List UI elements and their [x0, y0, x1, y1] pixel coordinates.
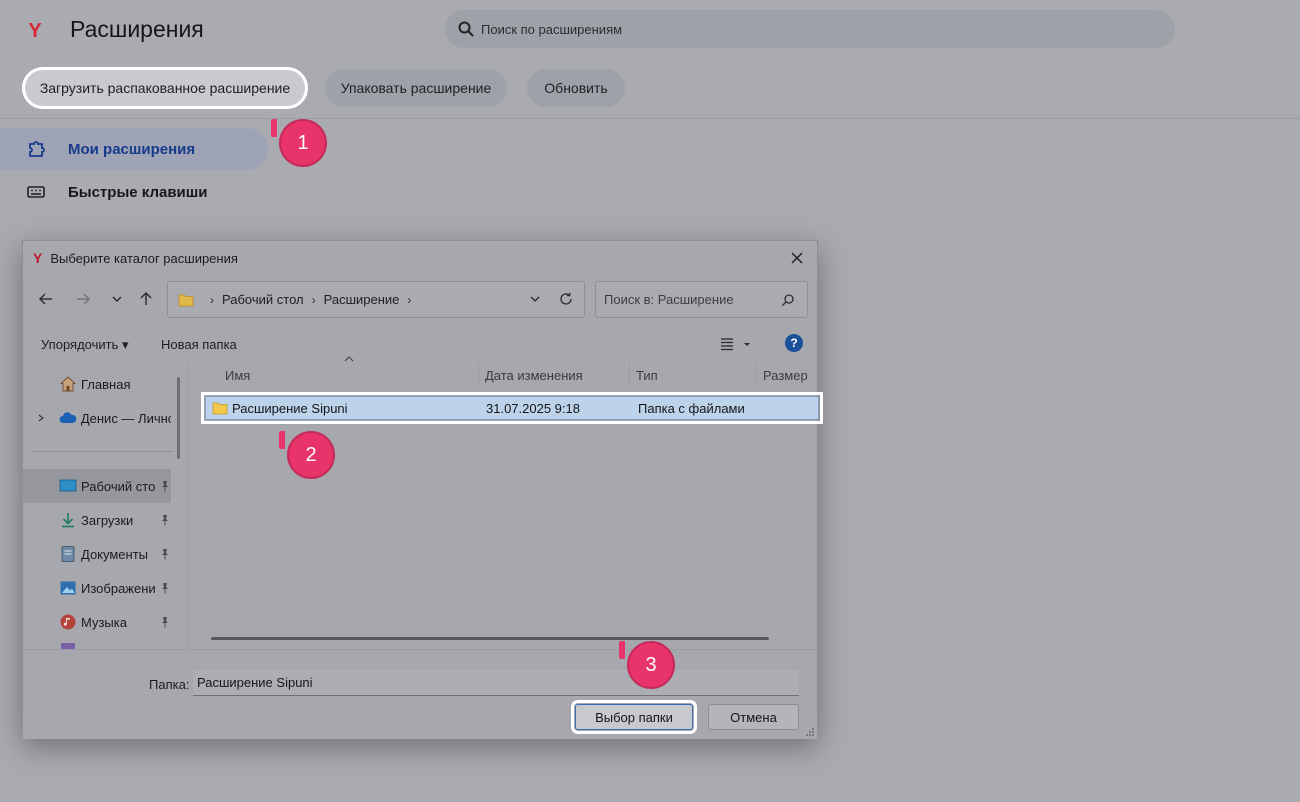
- pin-icon[interactable]: [159, 480, 171, 492]
- dialog-titlebar: Y Выберите каталог расширения: [23, 241, 817, 275]
- new-folder-button[interactable]: Новая папка: [161, 337, 237, 352]
- document-icon: [61, 546, 75, 562]
- dialog-title: Выберите каталог расширения: [50, 250, 238, 266]
- sidebar-item-my-extensions[interactable]: Мои расширения: [0, 128, 268, 170]
- breadcrumb-separator: ›: [311, 292, 316, 307]
- step-badge-1: 1: [271, 119, 327, 167]
- pin-icon[interactable]: [159, 582, 171, 594]
- search-icon: [458, 21, 474, 37]
- cancel-button[interactable]: Отмена: [708, 704, 799, 730]
- tree-item-label: Изображения: [81, 580, 155, 596]
- pin-icon[interactable]: [159, 548, 171, 560]
- file-type: Папка с файлами: [638, 401, 745, 416]
- tree-item-label: Рабочий стол: [81, 478, 155, 494]
- tree-item-downloads[interactable]: Загрузки: [23, 503, 171, 537]
- search-icon: [782, 294, 794, 306]
- file-date: 31.07.2025 9:18: [486, 401, 580, 416]
- dialog-footer: Папка: Расширение Sipuni Выбор папки Отм…: [23, 649, 817, 739]
- sidebar-item-label: Быстрые клавиши: [68, 183, 208, 201]
- tree-item-pictures[interactable]: Изображения: [23, 571, 171, 605]
- navigation-tree: Главная Денис — Личное Рабочий стол: [23, 363, 188, 651]
- dialog-toolbar: Упорядочить ▾ Новая папка ?: [23, 329, 817, 359]
- search-placeholder: Поиск в: Расширение: [604, 292, 734, 307]
- yandex-logo-icon[interactable]: Y: [24, 20, 46, 42]
- file-name: Расширение Sipuni: [232, 401, 348, 416]
- refresh-button[interactable]: Обновить: [527, 69, 625, 107]
- tree-scrollbar[interactable]: [177, 377, 180, 459]
- music-icon: [60, 614, 76, 630]
- column-header-date[interactable]: Дата изменения: [479, 363, 630, 387]
- folder-icon: [178, 294, 194, 306]
- breadcrumb-separator: ›: [407, 292, 412, 307]
- page-title: Расширения: [70, 16, 204, 42]
- horizontal-scrollbar[interactable]: [211, 637, 769, 640]
- up-arrow-icon[interactable]: [136, 289, 156, 309]
- yandex-logo-icon: Y: [33, 250, 43, 266]
- breadcrumb-separator: ›: [210, 292, 214, 307]
- step-badge-3: 3: [619, 641, 675, 689]
- step-badge-2: 2: [279, 431, 335, 479]
- column-header-size[interactable]: Размер: [757, 363, 819, 387]
- image-icon: [60, 581, 76, 595]
- chevron-down-icon[interactable]: [528, 292, 542, 306]
- organize-menu[interactable]: Упорядочить ▾: [41, 337, 129, 353]
- download-icon: [62, 513, 74, 528]
- pin-icon[interactable]: [159, 514, 171, 526]
- header-divider: [0, 118, 1300, 119]
- breadcrumb-item[interactable]: Расширение: [324, 292, 400, 307]
- tree-item-documents[interactable]: Документы: [23, 537, 171, 571]
- cloud-icon: [59, 412, 77, 423]
- load-unpacked-button[interactable]: Загрузить распакованное расширение: [22, 67, 308, 109]
- folder-label: Папка:: [149, 677, 190, 692]
- search-placeholder: Поиск по расширениям: [481, 21, 623, 37]
- tree-item-label: Главная: [81, 376, 131, 392]
- tree-divider: [33, 451, 173, 452]
- sidebar-item-label: Мои расширения: [68, 140, 196, 158]
- folder-picker-dialog: Y Выберите каталог расширения › Рабочий …: [22, 240, 823, 739]
- view-options-icon[interactable]: [719, 335, 753, 353]
- folder-search-input[interactable]: Поиск в: Расширение: [595, 281, 808, 318]
- help-icon[interactable]: ?: [785, 334, 803, 352]
- tree-item-onedrive[interactable]: Денис — Личное: [23, 401, 171, 435]
- resize-grip-icon[interactable]: [805, 727, 815, 737]
- choose-folder-button[interactable]: Выбор папки: [571, 700, 697, 734]
- back-arrow-icon[interactable]: [36, 289, 56, 309]
- tree-item-label: Денис — Личное: [80, 410, 171, 426]
- home-icon: [59, 376, 77, 392]
- tree-item-label: Загрузки: [81, 512, 134, 528]
- pin-icon[interactable]: [159, 616, 171, 628]
- tree-item-desktop[interactable]: Рабочий стол: [23, 469, 171, 503]
- forward-arrow-icon[interactable]: [73, 289, 93, 309]
- chevron-down-icon[interactable]: [107, 289, 127, 309]
- file-list: Имя Дата изменения Тип Размер Расширение…: [189, 356, 823, 651]
- tree-item-label: Музыка: [81, 614, 127, 630]
- address-bar[interactable]: › Рабочий стол › Расширение ›: [167, 281, 585, 318]
- sidebar-item-shortcuts[interactable]: Быстрые клавиши: [0, 171, 268, 213]
- pack-extension-button[interactable]: Упаковать расширение: [325, 69, 507, 107]
- column-header-type[interactable]: Тип: [630, 363, 757, 387]
- breadcrumb-item[interactable]: Рабочий стол: [222, 292, 304, 307]
- folder-name-input[interactable]: Расширение Sipuni: [193, 670, 799, 696]
- sort-ascending-icon: [344, 356, 354, 362]
- extensions-search-input[interactable]: Поиск по расширениям: [445, 10, 1175, 48]
- folder-icon: [212, 402, 228, 415]
- keyboard-icon: [27, 186, 45, 198]
- puzzle-icon: [29, 141, 45, 157]
- table-row[interactable]: Расширение Sipuni 31.07.2025 9:18 Папка …: [201, 392, 823, 424]
- tree-item-home[interactable]: Главная: [23, 367, 171, 401]
- column-header-name[interactable]: Имя: [219, 363, 479, 387]
- tree-item-music[interactable]: Музыка: [23, 605, 171, 639]
- refresh-icon[interactable]: [558, 291, 574, 307]
- close-icon[interactable]: [787, 248, 807, 268]
- tree-item-label: Документы: [81, 546, 149, 562]
- chevron-right-icon[interactable]: [37, 413, 45, 423]
- desktop-icon: [59, 479, 77, 492]
